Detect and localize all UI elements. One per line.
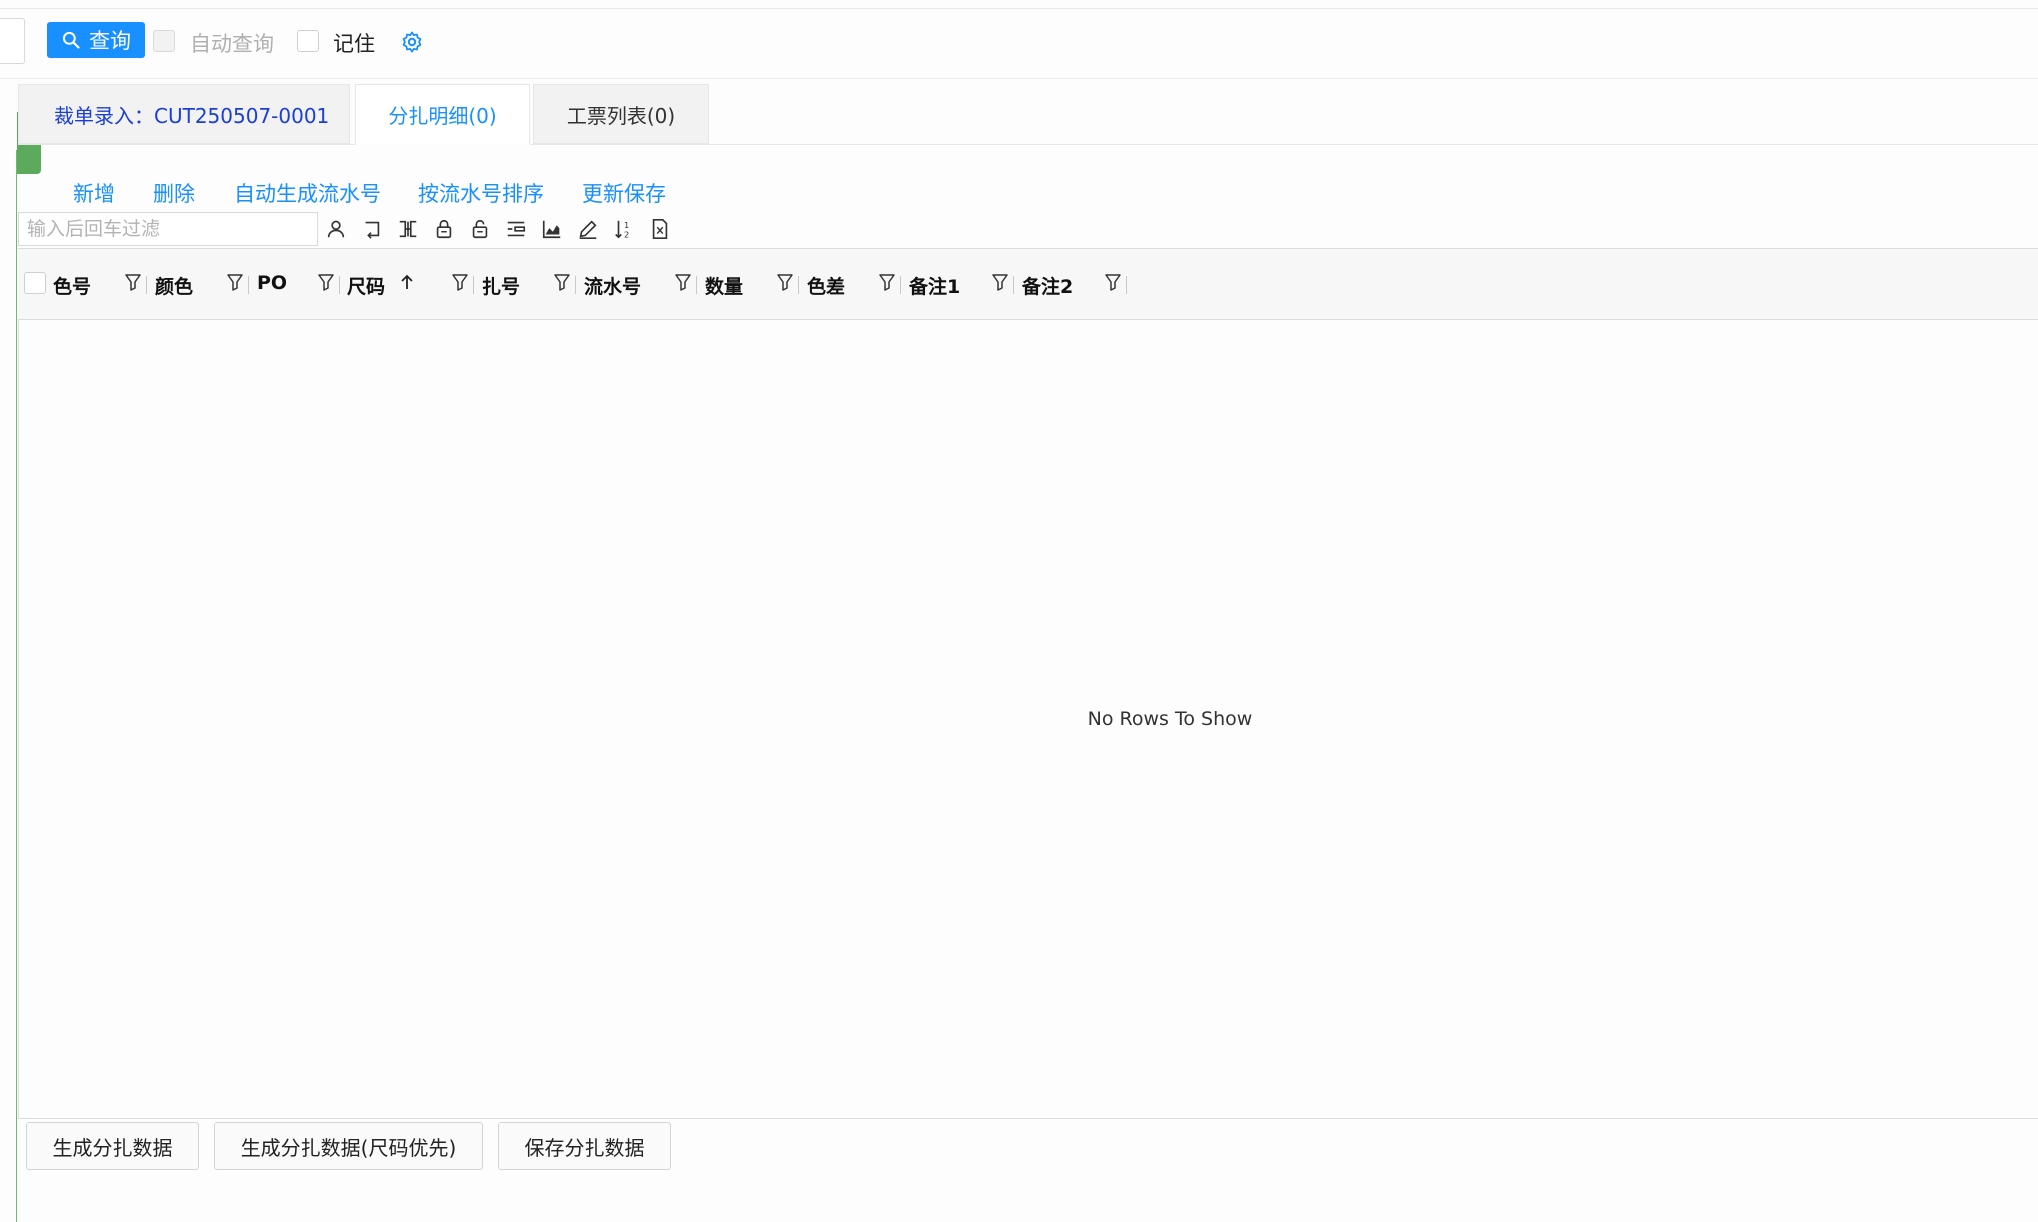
column-header-remark1[interactable]: 备注1: [909, 272, 960, 299]
generate-bundle-data-button[interactable]: 生成分扎数据: [26, 1122, 199, 1170]
grid-filter-input[interactable]: [18, 212, 318, 246]
auto-query-label: 自动查询: [190, 32, 274, 56]
gear-icon[interactable]: [400, 30, 424, 54]
edit-icon[interactable]: [577, 218, 599, 240]
remember-checkbox[interactable]: [297, 30, 319, 52]
filter-icon[interactable]: [316, 272, 336, 292]
tab-cut-order-entry[interactable]: 裁单录入：CUT250507-0001: [18, 84, 350, 144]
search-icon: [62, 31, 80, 49]
column-header-quantity[interactable]: 数量: [705, 272, 743, 299]
column-header-color[interactable]: 颜色: [155, 272, 193, 299]
column-header-bundle-no[interactable]: 扎号: [482, 272, 520, 299]
delete-link[interactable]: 删除: [153, 178, 195, 208]
header-divider: [0, 78, 2038, 79]
columns-icon[interactable]: [397, 218, 419, 240]
empty-grid-message: No Rows To Show: [1087, 708, 1253, 730]
grid-bottom-border: [18, 1118, 2038, 1119]
tab-label: 分扎明细(0): [388, 104, 497, 128]
column-header-remark2[interactable]: 备注2: [1022, 272, 1073, 299]
add-link[interactable]: 新增: [73, 178, 115, 208]
chart-icon[interactable]: [541, 218, 563, 240]
top-divider: [0, 8, 2038, 9]
column-resize-handle[interactable]: [900, 276, 901, 294]
column-resize-handle[interactable]: [696, 276, 697, 294]
user-icon[interactable]: [325, 218, 347, 240]
column-resize-handle[interactable]: [248, 276, 249, 294]
lock-icon[interactable]: [433, 218, 455, 240]
tab-label: 工票列表(0): [566, 103, 676, 128]
column-header-color-code[interactable]: 色号: [53, 272, 91, 299]
column-resize-handle[interactable]: [1126, 276, 1127, 294]
sort-icon[interactable]: 12: [613, 218, 635, 240]
filter-icon[interactable]: [1103, 272, 1123, 292]
column-resize-handle[interactable]: [146, 276, 147, 294]
auto-generate-serial-link[interactable]: 自动生成流水号: [234, 178, 381, 208]
tab-bar-line: [18, 144, 2038, 145]
column-header-po[interactable]: PO: [257, 272, 287, 294]
update-save-link[interactable]: 更新保存: [582, 178, 666, 208]
auto-query-checkbox[interactable]: [153, 30, 175, 52]
filter-icon[interactable]: [225, 272, 245, 292]
tab-bundle-detail[interactable]: 分扎明细(0): [355, 84, 530, 145]
svg-text:2: 2: [624, 229, 629, 239]
column-header-shade[interactable]: 色差: [807, 272, 845, 299]
column-resize-handle[interactable]: [575, 276, 576, 294]
return-icon[interactable]: [361, 218, 383, 240]
sort-ascending-icon: [397, 272, 417, 292]
column-resize-handle[interactable]: [1013, 276, 1014, 294]
grid-body-border: [18, 320, 19, 1118]
column-header-serial-no[interactable]: 流水号: [584, 272, 641, 299]
save-bundle-data-button[interactable]: 保存分扎数据: [498, 1122, 671, 1170]
filter-icon[interactable]: [990, 272, 1010, 292]
filter-icon[interactable]: [775, 272, 795, 292]
column-header-size[interactable]: 尺码: [347, 272, 385, 299]
tab-ticket-list[interactable]: 工票列表(0): [533, 84, 709, 144]
tab-label: 裁单录入：CUT250507-0001: [54, 103, 330, 128]
column-resize-handle[interactable]: [339, 276, 340, 294]
remember-label: 记住: [333, 32, 375, 56]
column-resize-handle[interactable]: [798, 276, 799, 294]
generate-bundle-data-size-first-button[interactable]: 生成分扎数据(尺码优先): [214, 1122, 483, 1170]
list-icon[interactable]: [505, 218, 527, 240]
column-resize-handle[interactable]: [473, 276, 474, 294]
query-button-label: 查询: [89, 29, 131, 53]
excel-icon[interactable]: [649, 218, 671, 240]
unlock-icon[interactable]: [469, 218, 491, 240]
select-all-checkbox[interactable]: [24, 272, 46, 294]
filter-icon[interactable]: [123, 272, 143, 292]
partial-input-field[interactable]: [0, 18, 25, 64]
button-label: 生成分扎数据: [52, 1135, 173, 1160]
button-label: 生成分扎数据(尺码优先): [240, 1135, 457, 1160]
left-guide-line: [16, 150, 17, 1222]
filter-icon[interactable]: [552, 272, 572, 292]
filter-icon[interactable]: [673, 272, 693, 292]
button-label: 保存分扎数据: [524, 1135, 645, 1160]
filter-icon[interactable]: [877, 272, 897, 292]
filter-icon[interactable]: [450, 272, 470, 292]
query-button[interactable]: 查询: [47, 22, 145, 58]
sort-by-serial-link[interactable]: 按流水号排序: [418, 178, 544, 208]
